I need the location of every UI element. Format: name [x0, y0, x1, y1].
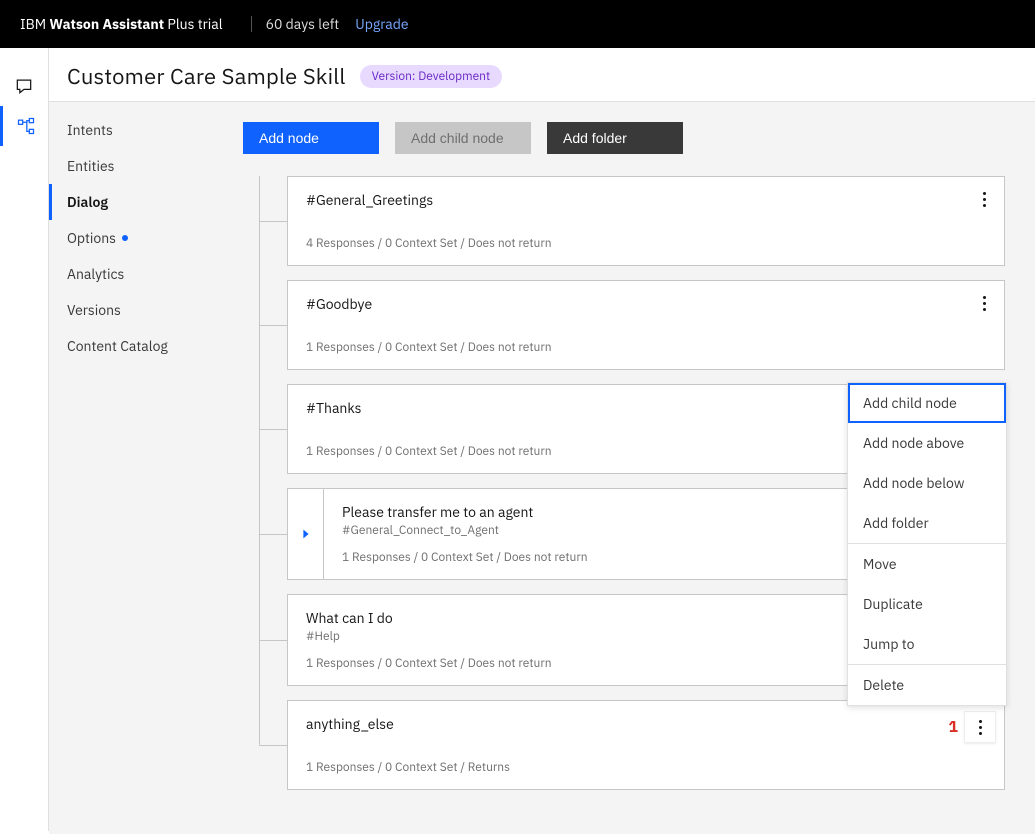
- node-menu-icon[interactable]: [974, 293, 994, 313]
- ctx-add-folder[interactable]: Add folder: [848, 503, 1006, 543]
- ctx-jump-to[interactable]: Jump to: [848, 624, 1006, 664]
- page-header: Customer Care Sample Skill Version: Deve…: [49, 48, 1035, 102]
- brand-bold: Watson Assistant: [49, 15, 164, 33]
- sidebar-item-label: Versions: [67, 301, 121, 319]
- days-left: 60 days left: [266, 15, 340, 33]
- node-meta: 1 Responses / 0 Context Set / Does not r…: [306, 340, 960, 355]
- node-card[interactable]: anything_else 1 Responses / 0 Context Se…: [287, 700, 1005, 790]
- sidebar-item-dialog[interactable]: Dialog: [49, 184, 243, 220]
- node-title: #Goodbye: [306, 295, 960, 313]
- page-title: Customer Care Sample Skill: [67, 62, 346, 91]
- ctx-delete[interactable]: Delete: [848, 665, 1006, 705]
- topbar-divider: [251, 16, 252, 32]
- node-card[interactable]: #General_Greetings 4 Responses / 0 Conte…: [287, 176, 1005, 266]
- node-meta: 4 Responses / 0 Context Set / Does not r…: [306, 236, 960, 251]
- notification-dot-icon: [122, 235, 128, 241]
- dialog-node[interactable]: #Thanks 1 Responses / 0 Context Set / Do…: [253, 384, 1005, 474]
- dialog-tree: #General_Greetings 4 Responses / 0 Conte…: [253, 176, 1005, 790]
- expand-handle[interactable]: [287, 488, 323, 580]
- node-menu-icon[interactable]: [974, 189, 994, 209]
- sidebar-item-entities[interactable]: Entities: [49, 148, 243, 184]
- node-menu-icon[interactable]: [964, 711, 996, 743]
- dialog-node[interactable]: #Goodbye 1 Responses / 0 Context Set / D…: [253, 280, 1005, 370]
- ctx-add-node-above[interactable]: Add node above: [848, 423, 1006, 463]
- sidebar-item-intents[interactable]: Intents: [49, 112, 243, 148]
- brand: IBM Watson Assistant Plus trial: [20, 15, 223, 33]
- trial-label: Plus trial: [164, 15, 223, 33]
- ctx-add-node-below[interactable]: Add node below: [848, 463, 1006, 503]
- ctx-add-child-node[interactable]: Add child node: [848, 383, 1006, 423]
- sidebar-item-label: Options: [67, 229, 116, 247]
- tree-connector: [253, 384, 287, 474]
- node-title: #General_Greetings: [306, 191, 960, 209]
- sidebar-item-options[interactable]: Options: [49, 220, 243, 256]
- tree-connector: [253, 176, 287, 266]
- tree-connector: [253, 280, 287, 370]
- add-child-node-button: Add child node: [395, 122, 531, 154]
- skill-sidebar: Intents Entities Dialog Options Analytic…: [49, 102, 243, 834]
- node-title: anything_else: [306, 715, 960, 733]
- tree-connector: [253, 700, 287, 790]
- workspace: Add node Add child node Add folder #Gene…: [243, 102, 1035, 834]
- dialog-node[interactable]: #General_Greetings 4 Responses / 0 Conte…: [253, 176, 1005, 266]
- topbar: IBM Watson Assistant Plus trial 60 days …: [0, 0, 1035, 48]
- left-rail: [0, 48, 49, 831]
- build-icon[interactable]: [0, 106, 48, 146]
- tree-connector: [253, 594, 287, 686]
- sidebar-item-versions[interactable]: Versions: [49, 292, 243, 328]
- brand-prefix: IBM: [20, 15, 49, 33]
- version-badge[interactable]: Version: Development: [360, 65, 503, 88]
- tree-connector: [253, 488, 287, 580]
- node-card[interactable]: #Goodbye 1 Responses / 0 Context Set / D…: [287, 280, 1005, 370]
- toolbar: Add node Add child node Add folder: [243, 122, 1005, 154]
- chat-icon[interactable]: [0, 66, 48, 106]
- ctx-move[interactable]: Move: [848, 544, 1006, 584]
- sidebar-item-analytics[interactable]: Analytics: [49, 256, 243, 292]
- sidebar-item-content-catalog[interactable]: Content Catalog: [49, 328, 243, 364]
- context-menu: Add child node Add node above Add node b…: [847, 382, 1007, 706]
- node-meta: 1 Responses / 0 Context Set / Returns: [306, 760, 960, 775]
- sidebar-item-label: Intents: [67, 121, 113, 139]
- ctx-duplicate[interactable]: Duplicate: [848, 584, 1006, 624]
- sidebar-item-label: Dialog: [67, 193, 108, 211]
- upgrade-link[interactable]: Upgrade: [355, 15, 408, 33]
- sidebar-item-label: Content Catalog: [67, 337, 168, 355]
- add-node-button[interactable]: Add node: [243, 122, 379, 154]
- add-folder-button[interactable]: Add folder: [547, 122, 683, 154]
- sidebar-item-label: Entities: [67, 157, 114, 175]
- sidebar-item-label: Analytics: [67, 265, 124, 283]
- dialog-node[interactable]: anything_else 1 Responses / 0 Context Se…: [253, 700, 1005, 790]
